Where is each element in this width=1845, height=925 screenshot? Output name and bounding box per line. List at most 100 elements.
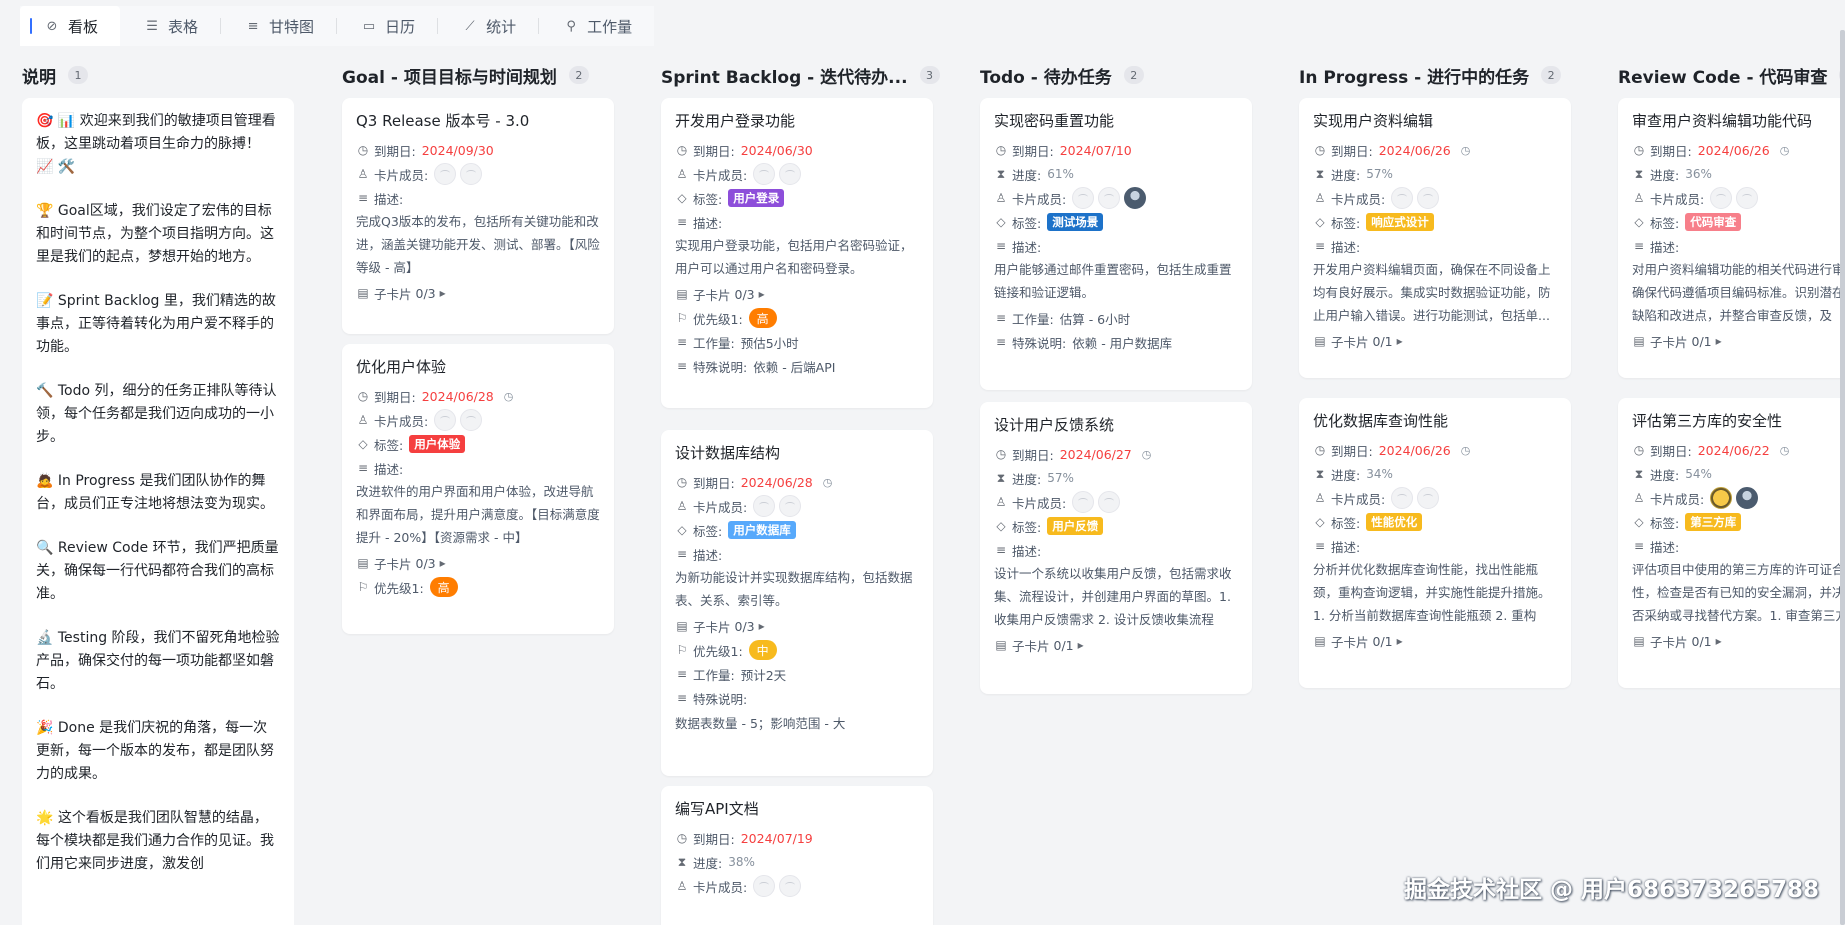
tab-board[interactable]: ⊘ 看板 (20, 6, 121, 46)
avatar[interactable] (434, 163, 457, 185)
avatar[interactable] (753, 163, 776, 185)
task-card[interactable]: 审查用户资料编辑功能代码 ◷ 到期日: 2024/06/26 ◷ ⧗ 进度: 36% ♙ 卡… (1618, 98, 1845, 378)
caret-right-icon: ▸ (1715, 634, 1722, 648)
avatar[interactable] (1417, 487, 1440, 509)
task-card[interactable]: 评估第三方库的安全性 ◷ 到期日: 2024/06/22 ◷ ⧗ 进度: 54% ♙ 卡片成… (1618, 398, 1845, 688)
progress-row: ⧗ 进度: 57% (1313, 162, 1557, 186)
tag-icon: ◇ (1634, 515, 1644, 529)
progress-row: ⧗ 进度: 34% (1313, 462, 1557, 486)
subcards-row[interactable]: ▤ 子卡片 0/1 ▸ (1313, 329, 1557, 353)
vertical-scrollbar[interactable] (1840, 30, 1845, 925)
column-header: Todo - 待办任务 2 (980, 61, 1144, 89)
intro-card[interactable]: 🎯 📊 欢迎来到我们的敏捷项目管理看板，这里跳动着项目生命力的脉搏！ 📈 🛠️ … (22, 98, 294, 925)
subcards-row[interactable]: ▤ 子卡片 0/3 ▸ (356, 551, 600, 575)
subcards-row[interactable]: ▤ 子卡片 0/3 ▸ (675, 614, 919, 638)
workload-row: ≡ 工作量: 估算 - 6小时 (995, 311, 1131, 327)
card-title: Q3 Release 版本号 - 3.0 (356, 112, 530, 130)
card-description: 实现用户登录功能，包括用户名密码验证，用户可以通过用户名和密码登录。 (675, 238, 913, 276)
subcard-icon: ▤ (1633, 334, 1645, 348)
priority-badge[interactable]: 中 (748, 640, 777, 660)
tab-stats[interactable]: ⟋ 统计 (438, 6, 538, 46)
progress-row: ⧗ 进度: 54% (1632, 462, 1845, 486)
subcards-row[interactable]: ▤ 子卡片 0/3 ▸ (356, 281, 600, 305)
task-card[interactable]: 实现用户资料编辑 ◷ 到期日: 2024/06/26 ◷ ⧗ 进度: 57% ♙ 卡片成员:… (1299, 98, 1571, 378)
task-card[interactable]: 实现密码重置功能 ◷ 到期日: 2024/07/10 ⧗ 进度: 61% ♙ 卡片成员: … (980, 98, 1252, 390)
card-description: 为新功能设计并实现数据库结构，包括数据表、关系、索引等。 (675, 570, 913, 608)
subcards-row[interactable]: ▤ 子卡片 0/1 ▸ (1632, 329, 1845, 353)
avatar[interactable] (1417, 187, 1440, 209)
tags-row: ◇ 标签: 性能优化 (1313, 510, 1557, 534)
card-title: 实现用户资料编辑 (1313, 112, 1434, 130)
avatar[interactable] (460, 163, 483, 185)
column-header: In Progress - 进行中的任务 2 (1299, 61, 1562, 89)
column-header: Review Code - 代码审查 2 (1618, 61, 1845, 89)
members-row: ♙ 卡片成员: (1632, 486, 1845, 510)
tab-calendar[interactable]: ▭ 日历 (337, 6, 437, 46)
card-title: 设计数据库结构 (675, 444, 781, 462)
card-description: 对用户资料编辑功能的相关代码进行审查，确保代码遵循项目编码标准。识别潜在代码缺陷… (1632, 262, 1845, 323)
task-card[interactable]: 优化用户体验 ◷ 到期日: 2024/06/28 ◷ ♙ 卡片成员: ◇ 标签: 用户体验 … (342, 344, 614, 634)
avatar[interactable] (1124, 187, 1147, 209)
card-description: 开发用户资料编辑页面，确保在不同设备上均有良好展示。集成实时数据验证功能，防止用… (1313, 262, 1551, 323)
tag-badge[interactable]: 性能优化 (1366, 513, 1423, 531)
intro-paragraph: 🔬 Testing 阶段，我们不留死角地检验产品，确保交付的每一项功能都坚如磐石… (36, 630, 280, 692)
task-card[interactable]: 开发用户登录功能 ◷ 到期日: 2024/06/30 ♙ 卡片成员: ◇ 标签: 用户登录… (661, 98, 933, 408)
avatar[interactable] (460, 409, 483, 431)
priority-badge[interactable]: 高 (748, 308, 777, 328)
task-card[interactable]: 优化数据库查询性能 ◷ 到期日: 2024/06/26 ◷ ⧗ 进度: 34% ♙ 卡片成员… (1299, 398, 1571, 688)
avatar[interactable] (1072, 491, 1095, 513)
avatar[interactable] (1710, 487, 1733, 509)
caret-right-icon: ▸ (1396, 634, 1403, 648)
due-date-row: ◷ 到期日: 2024/06/27 ◷ (995, 446, 1152, 463)
column-title: 说明 (22, 67, 56, 88)
caret-right-icon: ▸ (758, 287, 765, 301)
avatar[interactable] (1736, 487, 1759, 509)
subcards-row[interactable]: ▤ 子卡片 0/3 ▸ (675, 282, 919, 306)
subcards-row[interactable]: ▤ 子卡片 0/1 ▸ (1632, 629, 1845, 653)
tag-badge[interactable]: 代码审查 (1685, 213, 1742, 231)
avatar[interactable] (779, 495, 802, 517)
tag-badge[interactable]: 用户数据库 (728, 521, 796, 539)
tab-gantt[interactable]: ≡ 甘特图 (221, 6, 336, 46)
flag-icon: ⚐ (357, 580, 369, 594)
task-card[interactable]: Q3 Release 版本号 - 3.0 ◷ 到期日: 2024/09/30 ♙ 卡片… (342, 98, 614, 334)
text-icon: ≡ (995, 311, 1007, 325)
due-date: 2024/06/22 (1697, 442, 1770, 458)
tag-badge[interactable]: 用户登录 (728, 189, 785, 207)
tag-badge[interactable]: 第三方库 (1685, 513, 1742, 531)
user-icon: ♙ (1633, 191, 1645, 205)
tag-badge[interactable]: 响应式设计 (1366, 213, 1434, 231)
members-row: ♙ 卡片成员: (1313, 486, 1557, 510)
priority-badge[interactable]: 高 (429, 577, 458, 597)
tab-workload[interactable]: ⚲ 工作量 (539, 6, 654, 46)
task-card[interactable]: 设计数据库结构 ◷ 到期日: 2024/06/28 ◷ ♙ 卡片成员: ◇ 标签: 用户数据… (661, 430, 933, 776)
hourglass-icon: ⧗ (996, 470, 1006, 485)
avatar[interactable] (779, 875, 802, 897)
due-date-row: ◷ 到期日: 2024/06/28 ◷ (357, 388, 514, 405)
avatar[interactable] (1072, 187, 1095, 209)
subcards-row[interactable]: ▤ 子卡片 0/1 ▸ (994, 633, 1238, 657)
tag-badge[interactable]: 测试场景 (1047, 213, 1104, 231)
tag-badge[interactable]: 用户反馈 (1047, 517, 1104, 535)
due-date-row: ◷ 到期日: 2024/06/26 ◷ (1314, 142, 1471, 159)
avatar[interactable] (1098, 187, 1121, 209)
avatar[interactable] (779, 163, 802, 185)
avatar[interactable] (1736, 187, 1759, 209)
avatar[interactable] (1391, 487, 1414, 509)
clock-icon: ◷ (676, 143, 688, 157)
task-card[interactable]: 编写API文档 ◷ 到期日: 2024/07/19 ⧗ 进度: 38% ♙ 卡片成员: (661, 786, 933, 925)
reminder-icon: ◷ (1779, 443, 1790, 457)
avatar[interactable] (753, 875, 776, 897)
tag-icon: ◇ (1634, 215, 1644, 229)
avatar[interactable] (1710, 187, 1733, 209)
avatar[interactable] (753, 495, 776, 517)
avatar[interactable] (434, 409, 457, 431)
tag-badge[interactable]: 用户体验 (409, 435, 466, 453)
progress-row: ⧗ 进度: 38% (675, 850, 919, 874)
avatar[interactable] (1098, 491, 1121, 513)
tab-table[interactable]: ☰ 表格 (120, 6, 220, 46)
subcards-row[interactable]: ▤ 子卡片 0/1 ▸ (1313, 629, 1557, 653)
progress-row: ⧗ 进度: 61% (994, 162, 1238, 186)
task-card[interactable]: 设计用户反馈系统 ◷ 到期日: 2024/06/27 ◷ ⧗ 进度: 57% ♙ 卡片成员:… (980, 402, 1252, 694)
avatar[interactable] (1391, 187, 1414, 209)
